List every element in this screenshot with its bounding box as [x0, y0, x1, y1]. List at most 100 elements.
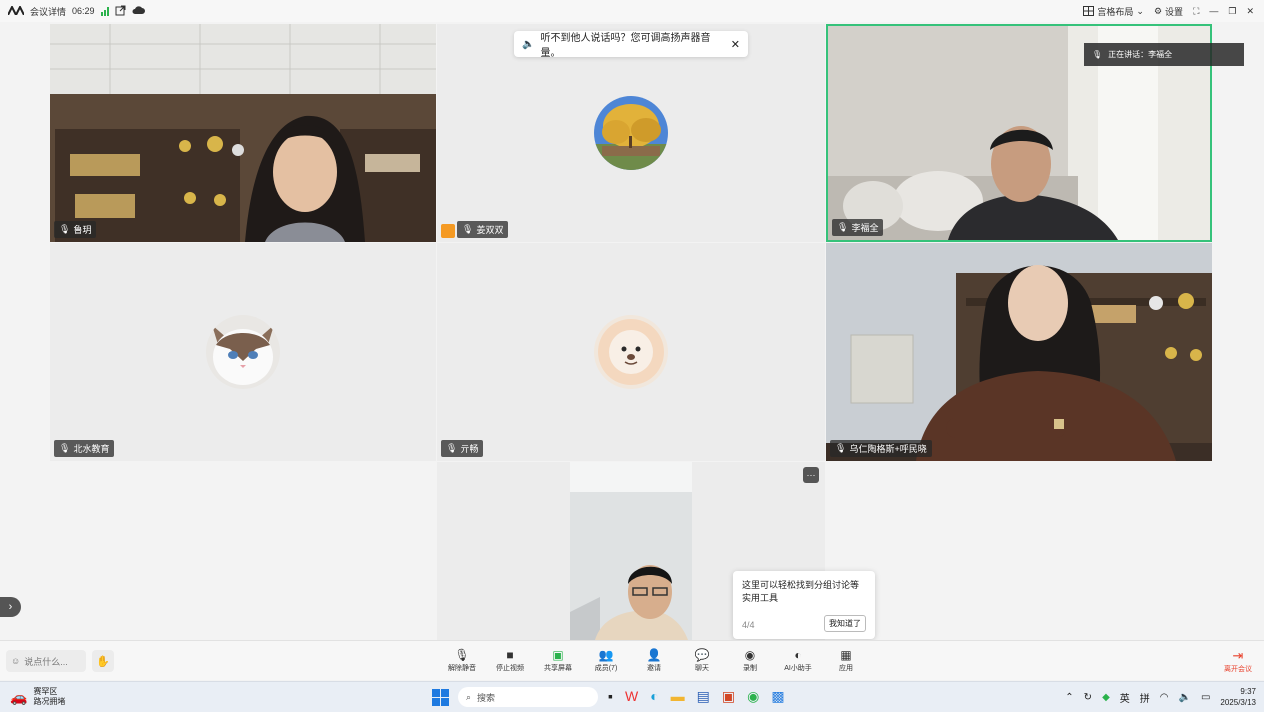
leave-label: 离开会议: [1224, 666, 1252, 673]
record-icon: ◉: [744, 648, 756, 662]
minimize-button[interactable]: —: [1209, 6, 1218, 16]
toolbar-actions: 🎙 解除静音 ■ 停止视频 ▣ 共享屏幕 👥 成员(7) 👤 邀请 💬 聊天 ◉ 录制 ◐ AI…: [444, 647, 864, 673]
mic-muted-icon: 🎙: [446, 443, 458, 453]
wifi-icon[interactable]: ◠: [1160, 692, 1169, 703]
participant-video: [50, 24, 436, 242]
tool-label: AI小助手: [784, 665, 812, 672]
invite-button[interactable]: 👤 邀请: [636, 647, 672, 673]
chevron-up-icon[interactable]: ⌃: [1065, 692, 1073, 703]
unmute-button[interactable]: 🎙 解除静音: [444, 647, 480, 673]
battery-icon[interactable]: ▭: [1201, 692, 1210, 703]
members-button[interactable]: 👥 成员(7): [588, 647, 624, 673]
volume-hint-text: 听不到他人说话吗？您可调高扬声器音量。: [540, 33, 711, 59]
sync-icon[interactable]: ↻: [1084, 692, 1092, 703]
tool-label: 解除静音: [448, 665, 476, 672]
host-badge-icon: [441, 224, 455, 238]
participant-name-tag: 🎙 北水教育: [54, 440, 115, 457]
wps-icon[interactable]: W: [625, 688, 638, 705]
app-logo-icon: [7, 4, 25, 17]
volume-icon[interactable]: 🔈: [1179, 692, 1191, 703]
edge-browser-icon[interactable]: ◐: [650, 688, 658, 705]
ai-assistant-icon: ◐: [794, 648, 802, 662]
weather-widget[interactable]: 🚗 赛罕区 路况拥堵: [10, 687, 65, 707]
ai-assistant-button[interactable]: ◐ AI小助手: [780, 647, 816, 673]
search-label: 搜索: [477, 692, 496, 703]
participant-video: [826, 243, 1212, 461]
mic-muted-icon: 🎙: [835, 443, 847, 453]
tool-label: 应用: [839, 665, 853, 672]
raise-hand-button[interactable]: ✋: [92, 650, 114, 672]
system-clock[interactable]: 9:37 2025/3/13: [1220, 686, 1256, 708]
ime-mode[interactable]: 拼: [1140, 690, 1150, 705]
tool-label: 邀请: [647, 665, 661, 672]
guide-text: 这里可以轻松找到分组讨论等实用工具: [742, 580, 860, 603]
avatar-tile[interactable]: 🎙 北水教育: [50, 243, 436, 461]
leave-meeting-button[interactable]: ⇥ 离开会议: [1224, 648, 1252, 674]
settings-label: 设置: [1165, 6, 1184, 17]
exit-icon: ⇥: [1232, 648, 1244, 663]
video-icon: ■: [506, 648, 514, 662]
video-tile[interactable]: 🎙 鲁玥: [50, 24, 436, 242]
popout-icon[interactable]: [115, 5, 126, 18]
participant-name-tag: 🎙 李福全: [832, 219, 884, 236]
pinned-apps: ▪ W ◐ ▬ ▤ ▣ ◉ ▩: [608, 688, 785, 705]
tencent-meeting-icon[interactable]: ▩: [771, 688, 784, 705]
taskbar-search[interactable]: ⌕ 搜索: [458, 687, 598, 707]
weather-title: 赛罕区: [33, 687, 58, 696]
participant-name: 亓畅: [460, 444, 479, 454]
layout-dropdown[interactable]: 宫格布局 ⌄: [1083, 5, 1144, 18]
guide-dismiss-button[interactable]: 我知道了: [824, 615, 866, 632]
close-icon[interactable]: ✕: [731, 38, 740, 51]
emoji-icon: ☺: [11, 656, 21, 666]
participant-name: 北水教育: [73, 444, 110, 454]
invite-icon: 👤: [646, 648, 662, 662]
members-icon: 👥: [598, 648, 614, 662]
onboarding-guide-popup: 这里可以轻松找到分组讨论等实用工具 4/4 我知道了: [733, 571, 875, 639]
meeting-duration: 06:29: [72, 6, 95, 16]
quick-chat-input[interactable]: ☺ 说点什么...: [6, 650, 86, 672]
tool-label: 录制: [743, 665, 757, 672]
signal-strength-icon[interactable]: [100, 6, 109, 16]
gear-icon: ⚙: [1153, 5, 1163, 16]
more-options-button[interactable]: ···: [803, 467, 819, 483]
hand-icon: ✋: [96, 655, 110, 668]
volume-hint-toast: 🔈 听不到他人说话吗？您可调高扬声器音量。 ✕: [514, 31, 748, 59]
expand-sidebar-button[interactable]: ›: [0, 597, 21, 617]
close-button[interactable]: ✕: [1246, 6, 1254, 17]
windows-start-icon[interactable]: [432, 689, 449, 711]
powerpoint-icon[interactable]: ▣: [722, 688, 735, 705]
mic-muted-icon: 🎙: [59, 224, 71, 234]
avatar: [206, 315, 280, 389]
meeting-details-link[interactable]: 会议详情: [30, 5, 66, 18]
task-view-icon[interactable]: ▪: [608, 688, 613, 705]
fullscreen-icon[interactable]: ⛶: [1193, 6, 1199, 17]
video-tile[interactable]: 🎙 乌仁陶格斯+呼民晓: [826, 243, 1212, 461]
mic-muted-icon: 🎙: [454, 648, 470, 662]
cloud-icon[interactable]: [132, 5, 145, 17]
windows-taskbar: 🚗 赛罕区 路况拥堵 ⌕ 搜索 ▪ W ◐ ▬ ▤ ▣ ◉ ▩ ⌃ ↻ ◆ 英 …: [0, 681, 1264, 712]
record-button[interactable]: ◉ 录制: [732, 647, 768, 673]
share-screen-button[interactable]: ▣ 共享屏幕: [540, 647, 576, 673]
participant-name: 李福全: [851, 223, 879, 233]
tool-label: 聊天: [695, 665, 709, 672]
weather-subtitle: 路况拥堵: [33, 697, 66, 706]
file-explorer-icon[interactable]: ▬: [671, 688, 685, 705]
apps-button[interactable]: ▦ 应用: [828, 647, 864, 673]
chat-icon: 💬: [694, 648, 710, 662]
speaker-icon: 🔈: [522, 38, 535, 50]
word-icon[interactable]: ▤: [697, 688, 710, 705]
participant-name: 姜双双: [476, 225, 504, 235]
restore-button[interactable]: ❐: [1228, 6, 1236, 17]
chat-button[interactable]: 💬 聊天: [684, 647, 720, 673]
wechat-tray-icon[interactable]: ◆: [1102, 692, 1110, 703]
system-tray: ⌃ ↻ ◆ 英 拼 ◠ 🔈 ▭ 9:37 2025/3/13: [1065, 686, 1256, 708]
quick-chat-placeholder: 说点什么...: [24, 656, 68, 667]
apps-icon: ▦: [840, 648, 852, 662]
avatar-tile[interactable]: 🎙 亓畅: [437, 243, 825, 461]
ime-language[interactable]: 英: [1120, 690, 1130, 705]
wechat-icon[interactable]: ◉: [747, 688, 759, 705]
mic-icon: 🎙: [1092, 50, 1103, 59]
traffic-car-icon: 🚗: [10, 689, 28, 705]
settings-button[interactable]: ⚙ 设置: [1154, 5, 1183, 18]
stop-video-button[interactable]: ■ 停止视频: [492, 647, 528, 673]
